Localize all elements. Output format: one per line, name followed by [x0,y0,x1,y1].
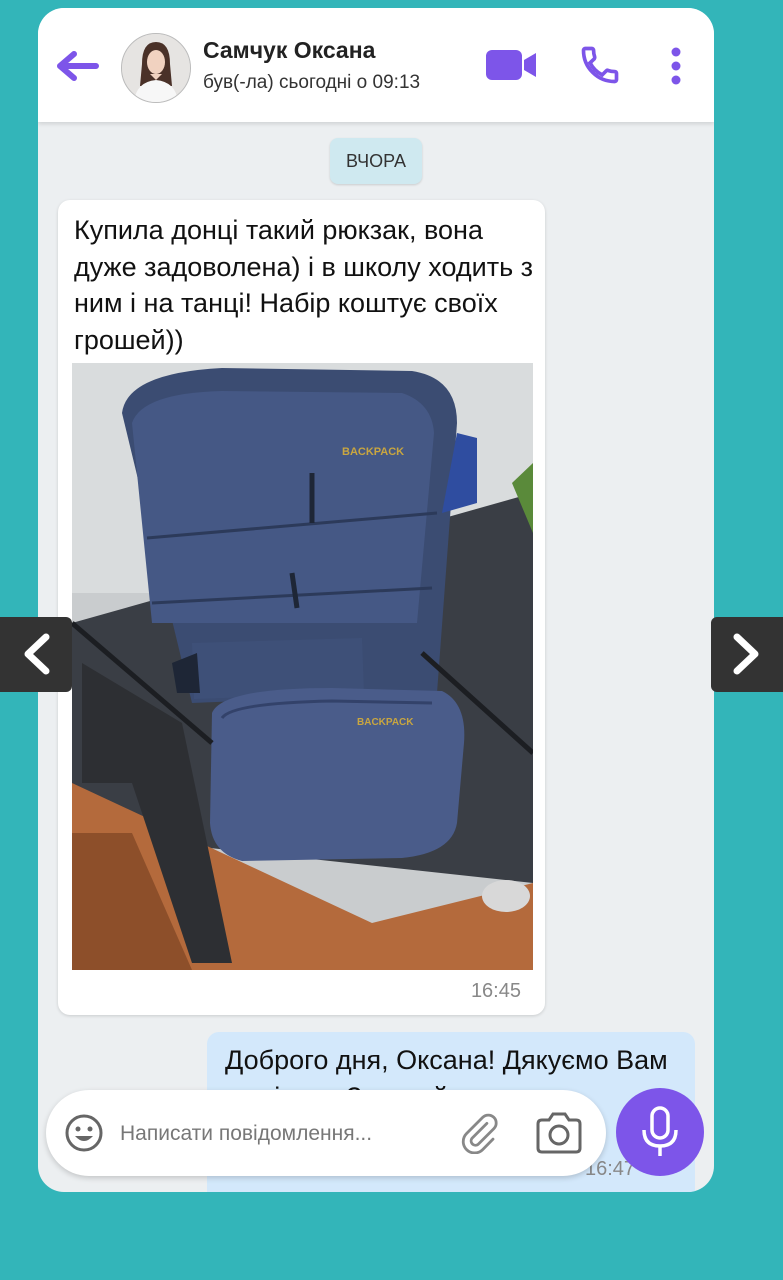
video-camera-icon[interactable] [486,48,538,82]
chevron-right-icon [733,633,759,675]
date-separator: ВЧОРА [330,138,422,184]
last-seen-status: був(-ла) сьогодні о 09:13 [203,72,421,93]
photo-brand-label-bottom: BACKPACK [357,717,414,728]
contact-name[interactable]: Самчук Оксана [203,37,375,64]
previous-button[interactable] [0,617,72,692]
chevron-left-icon [24,633,50,675]
message-composer [46,1090,606,1176]
avatar[interactable] [121,33,191,103]
camera-icon[interactable] [534,1112,584,1154]
next-button[interactable] [711,617,783,692]
smiley-icon[interactable] [64,1113,104,1153]
message-time: 16:45 [470,980,521,1002]
message-text: Купила донці такий рюкзак, вона дуже зад… [74,215,534,355]
chat-screen: Самчук Оксана був(-ла) сьогодні о 09:13 … [38,8,714,1192]
message-input[interactable] [118,1114,442,1154]
incoming-message[interactable]: Купила донці такий рюкзак, вона дуже зад… [58,200,545,1015]
photo-brand-label-top: BACKPACK [342,446,404,458]
chat-header: Самчук Оксана був(-ла) сьогодні о 09:13 [38,8,714,122]
arrow-left-icon[interactable] [56,46,100,86]
microphone-icon [642,1106,678,1156]
paperclip-icon[interactable] [458,1112,500,1155]
microphone-button[interactable] [616,1088,704,1176]
message-photo[interactable]: BACKPACK BACKPACK [72,363,533,970]
phone-icon[interactable] [578,43,622,87]
more-vertical-icon[interactable] [666,44,686,88]
